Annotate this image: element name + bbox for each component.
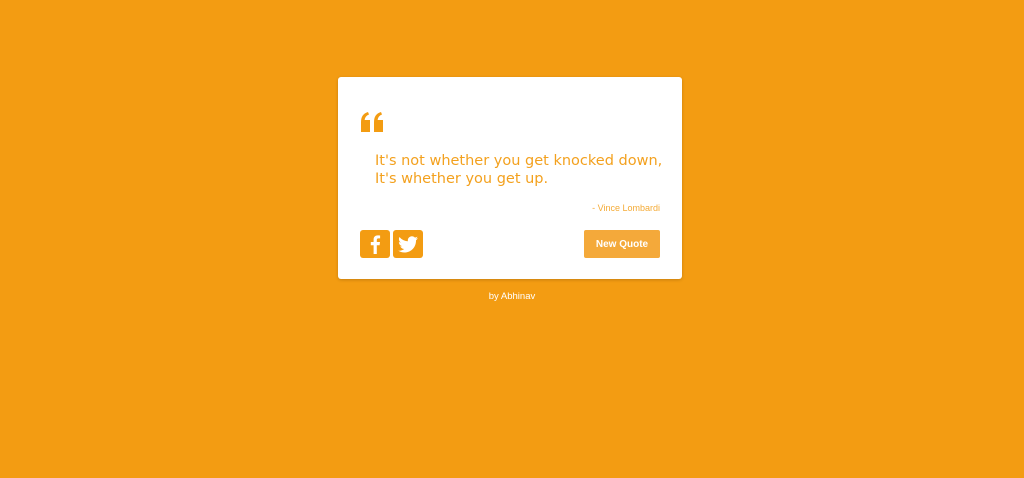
share-twitter-button[interactable]: [393, 230, 423, 258]
quote-text: It's not whether you get knocked down, I…: [375, 152, 665, 188]
author-credit: by Abhinav: [488, 291, 536, 302]
twitter-icon: [398, 235, 418, 252]
quote-left-icon: [361, 112, 383, 132]
quote-card: It's not whether you get knocked down, I…: [338, 77, 682, 279]
quote-author: - Vince Lombardi: [592, 203, 660, 213]
new-quote-button[interactable]: New Quote: [584, 230, 660, 258]
quote-line-2: It's whether you get up.: [375, 171, 549, 187]
facebook-icon: [370, 235, 381, 254]
share-facebook-button[interactable]: [360, 230, 390, 258]
quote-line-1: It's not whether you get knocked down,: [375, 153, 663, 169]
